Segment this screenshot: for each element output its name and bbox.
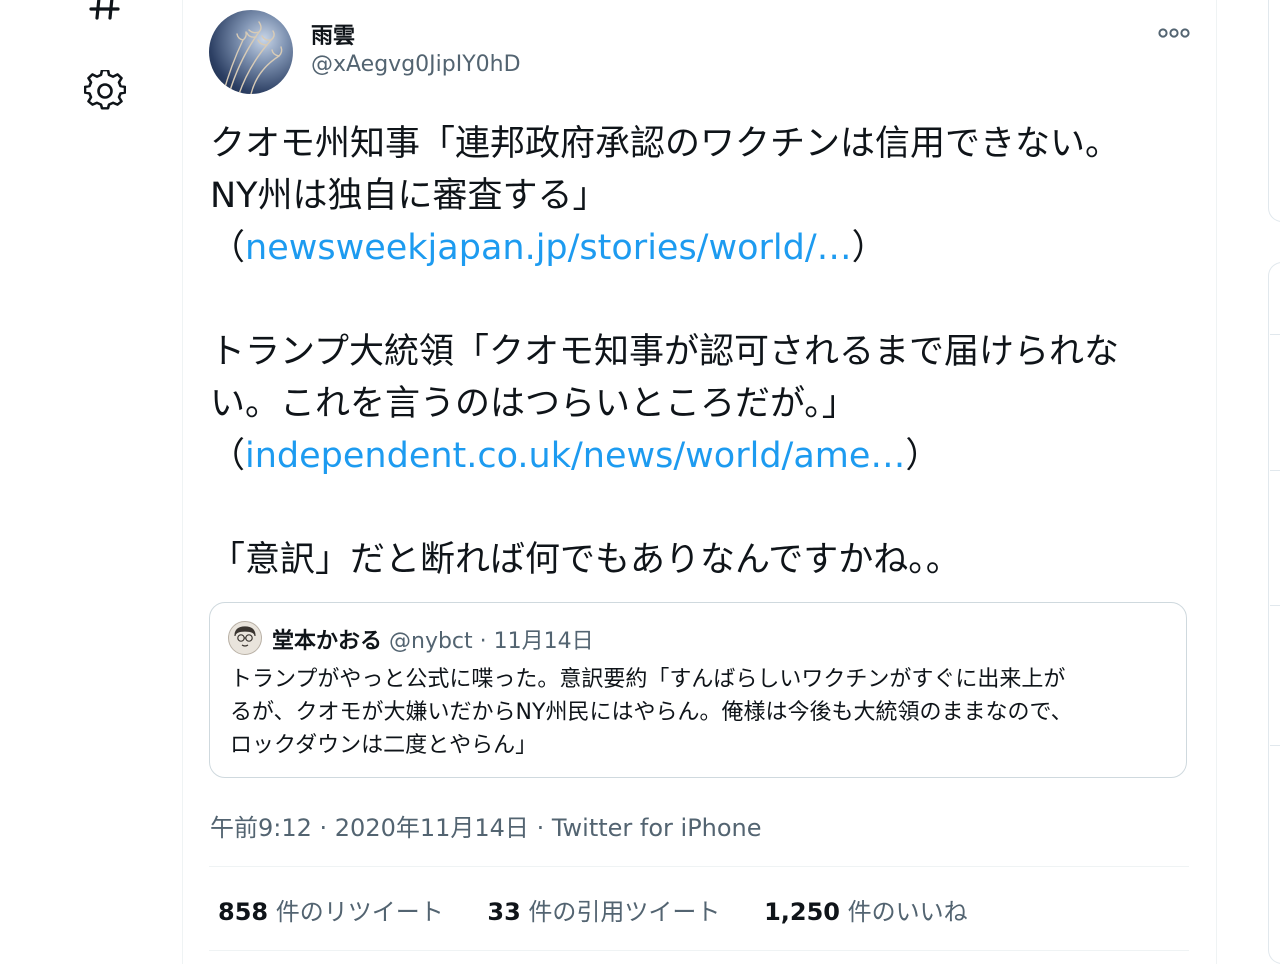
tweet-text-line: （independent.co.uk/news/world/ame…）: [210, 430, 1200, 482]
tweet-timestamp: 午前9:12 · 2020年11月14日 · Twitter for iPhon…: [210, 808, 762, 843]
hashtag-icon[interactable]: [84, 0, 126, 24]
tweet-source[interactable]: Twitter for iPhone: [552, 814, 762, 842]
avatar[interactable]: [209, 10, 293, 94]
column-border-left: [182, 0, 183, 964]
tweet-stats: 858 件のリツイート 33 件の引用ツイート 1,250 件のいいね: [218, 892, 1004, 927]
column-border-right: [1216, 0, 1217, 964]
likes-number: 1,250: [764, 898, 840, 926]
independent-link[interactable]: independent.co.uk/news/world/ame…: [245, 436, 905, 476]
sidebar-divider: [1270, 745, 1280, 746]
page: 雨雲 @xAegvg0JipIY0hD クオモ州知事「連邦政府承認のワクチンは信…: [0, 0, 1280, 964]
settings-icon[interactable]: [84, 70, 126, 112]
retweets-number: 858: [218, 898, 269, 926]
sidebar-card-bottom: [1268, 262, 1280, 964]
tweet-text-line: （newsweekjapan.jp/stories/world/…）: [210, 222, 1200, 274]
quoted-header: 堂本かおる @nybct · 11月14日: [272, 623, 594, 655]
tweet-text-line: NY州は独自に審査する」: [210, 176, 608, 216]
paren-close: ）: [851, 228, 887, 268]
divider: [209, 866, 1189, 867]
quoted-avatar[interactable]: [228, 621, 262, 655]
quoted-handle-date: @nybct · 11月14日: [382, 629, 594, 654]
likes-count[interactable]: 1,250 件のいいね: [764, 892, 968, 927]
divider: [209, 950, 1189, 951]
tweet-text-line: い。これを言うのはつらいところだが。」: [210, 384, 857, 424]
paren-open: （: [210, 228, 246, 268]
quoted-tweet[interactable]: 堂本かおる @nybct · 11月14日 トランプがやっと公式に喋った。意訳要…: [209, 602, 1187, 778]
quoted-text-line: るが、クオモが大嫌いだからNY州民にはやらん。俺様は今後も大統領のままなので、: [230, 700, 1073, 725]
retweets-label: 件のリツイート: [268, 898, 444, 926]
sidebar-divider: [1270, 470, 1280, 471]
quoted-display-name[interactable]: 堂本かおる: [272, 629, 382, 654]
display-name[interactable]: 雨雲: [311, 18, 355, 50]
user-handle[interactable]: @xAegvg0JipIY0hD: [311, 52, 521, 77]
quoted-text-line: トランプがやっと公式に喋った。意訳要約「すんばらしいワクチンがすぐに出来上が: [230, 667, 1066, 692]
sidebar-divider: [1270, 605, 1280, 606]
quotes-label: 件の引用ツイート: [520, 898, 721, 926]
quoted-text-line: ロックダウンは二度とやらん」: [230, 733, 538, 758]
paren-close: ）: [905, 436, 941, 476]
quoted-text: トランプがやっと公式に喋った。意訳要約「すんばらしいワクチンがすぐに出来上が る…: [230, 663, 1170, 762]
likes-label: 件のいいね: [840, 898, 968, 926]
quotes-number: 33: [487, 898, 521, 926]
more-options-button[interactable]: [1152, 18, 1196, 48]
nav-rail: [0, 0, 182, 964]
timestamp-text[interactable]: 午前9:12 · 2020年11月14日 ·: [210, 814, 552, 842]
sidebar-divider: [1270, 334, 1280, 335]
sidebar-card-top: [1268, 0, 1280, 222]
tweet-text-line: クオモ州知事「連邦政府承認のワクチンは信用できない。: [210, 124, 1121, 164]
tweet-text-line: 「意訳」だと断れば何でもありなんですかね。。: [210, 540, 961, 580]
tweet-text: クオモ州知事「連邦政府承認のワクチンは信用できない。 NY州は独自に審査する」 …: [210, 118, 1200, 586]
newsweek-link[interactable]: newsweekjapan.jp/stories/world/…: [245, 228, 852, 268]
quote-tweets-count[interactable]: 33 件の引用ツイート: [487, 892, 720, 927]
retweets-count[interactable]: 858 件のリツイート: [218, 892, 444, 927]
tweet-text-line: トランプ大統領「クオモ知事が認可されるまで届けられな: [210, 332, 1119, 372]
paren-open: （: [210, 436, 246, 476]
